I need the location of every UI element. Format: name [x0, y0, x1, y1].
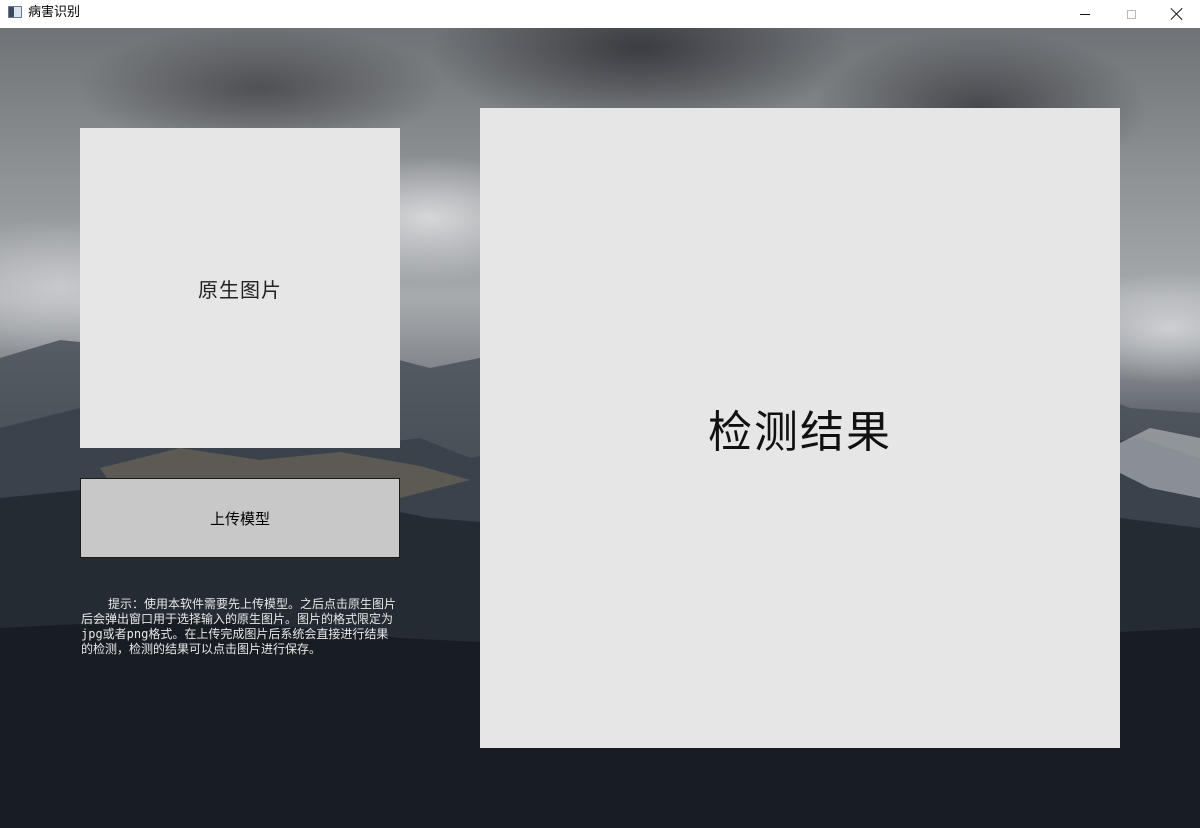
title-bar[interactable]: 病害识别 [0, 0, 1200, 28]
maximize-button[interactable] [1108, 0, 1154, 28]
original-image-panel[interactable]: 原生图片 [80, 128, 400, 448]
main-area: 原生图片 上传模型 提示：使用本软件需要先上传模型。之后点击原生图片后会弹出窗口… [0, 28, 1200, 828]
minimize-icon [1080, 13, 1090, 15]
minimize-button[interactable] [1062, 0, 1108, 28]
detection-result-panel[interactable]: 检测结果 [480, 108, 1120, 748]
upload-model-button-label: 上传模型 [209, 509, 270, 528]
app-window-icon [8, 6, 22, 18]
detection-result-label: 检测结果 [708, 407, 892, 458]
upload-model-button[interactable]: 上传模型 [80, 478, 400, 558]
hint-text: 提示：使用本软件需要先上传模型。之后点击原生图片后会弹出窗口用于选择输入的原生图… [81, 597, 397, 656]
app-window: 病害识别 原生图片 上传模型 提示：使用本软件需要先上传模型。之后点击原生图片后… [0, 0, 1200, 828]
maximize-icon [1126, 9, 1136, 19]
close-button[interactable] [1154, 0, 1200, 28]
window-title: 病害识别 [28, 5, 81, 20]
original-image-label: 原生图片 [198, 277, 282, 302]
close-icon [1171, 8, 1183, 20]
